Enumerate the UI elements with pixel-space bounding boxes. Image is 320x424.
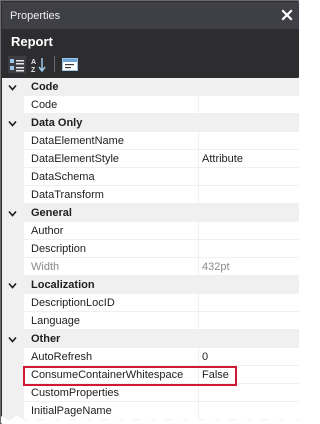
property-name: DataElementName: [31, 135, 124, 147]
property-row-data-transform[interactable]: DataTransform: [2, 186, 299, 204]
categorized-icon[interactable]: [8, 55, 26, 73]
chevron-down-icon[interactable]: [8, 119, 17, 128]
property-name: DescriptionLocID: [31, 297, 115, 309]
properties-toolbar: A Z: [8, 55, 83, 74]
row-gutter: [2, 186, 24, 204]
category-code[interactable]: Code: [2, 78, 299, 96]
column-divider: [198, 150, 199, 168]
category-label: Localization: [31, 279, 95, 291]
column-divider: [198, 222, 199, 240]
svg-text:Z: Z: [31, 67, 36, 73]
category-label: General: [31, 207, 72, 219]
property-name: Code: [31, 99, 58, 111]
property-name: Width: [31, 261, 60, 273]
row-gutter: [2, 222, 24, 240]
chevron-down-icon[interactable]: [8, 281, 17, 290]
row-gutter: [2, 258, 24, 276]
property-row-data-schema[interactable]: DataSchema: [2, 168, 299, 186]
properties-window: Properties Report A Z Code Code Data Onl…: [0, 0, 300, 424]
column-divider: [198, 384, 199, 402]
property-row-description[interactable]: Description: [2, 240, 299, 258]
property-row-data-element-style[interactable]: DataElementStyle Attribute: [2, 150, 299, 168]
property-row-code[interactable]: Code: [2, 96, 299, 114]
column-divider: [198, 312, 199, 330]
property-name: Description: [31, 243, 87, 255]
property-name: DataSchema: [31, 171, 95, 183]
property-name: DataTransform: [31, 189, 104, 201]
column-divider: [198, 294, 199, 312]
property-value[interactable]: Attribute: [202, 153, 243, 165]
column-divider: [198, 348, 199, 366]
row-gutter: [2, 240, 24, 258]
property-name: AutoRefresh: [31, 351, 93, 363]
chevron-down-icon[interactable]: [8, 335, 17, 344]
chevron-down-icon[interactable]: [8, 83, 17, 92]
column-divider: [198, 240, 199, 258]
column-divider: [198, 168, 199, 186]
row-gutter: [2, 348, 24, 366]
category-general[interactable]: General: [2, 204, 299, 222]
row-gutter: [2, 96, 24, 114]
row-gutter: [2, 132, 24, 150]
row-gutter: [2, 168, 24, 186]
property-pages-icon[interactable]: [61, 56, 79, 73]
property-value[interactable]: 0: [202, 351, 208, 363]
row-gutter: [2, 312, 24, 330]
column-divider: [198, 132, 199, 150]
row-gutter: [2, 384, 24, 402]
category-label: Data Only: [31, 117, 83, 129]
toolbar-separator: [54, 56, 55, 72]
property-row-width[interactable]: Width 432pt: [2, 258, 299, 276]
object-header: Report A Z: [2, 29, 299, 77]
property-row-auto-refresh[interactable]: AutoRefresh 0: [2, 348, 299, 366]
row-gutter: [2, 366, 24, 384]
close-icon[interactable]: [279, 7, 295, 23]
property-row-custom-properties[interactable]: CustomProperties: [2, 384, 299, 402]
property-row-author[interactable]: Author: [2, 222, 299, 240]
property-name: CustomProperties: [31, 387, 120, 399]
column-divider: [198, 96, 199, 114]
selected-object-label: Report: [11, 34, 53, 49]
row-gutter: [2, 150, 24, 168]
svg-text:A: A: [31, 59, 36, 66]
property-row-description-loc-id[interactable]: DescriptionLocID: [2, 294, 299, 312]
property-value: 432pt: [202, 261, 230, 273]
category-label: Other: [31, 333, 61, 345]
property-name: Language: [31, 315, 80, 327]
title-bar[interactable]: Properties: [2, 2, 299, 29]
chevron-down-icon[interactable]: [8, 209, 17, 218]
torn-edge: [1, 415, 300, 423]
column-divider: [198, 186, 199, 204]
column-divider: [198, 258, 199, 276]
row-gutter: [2, 294, 24, 312]
property-row-data-element-name[interactable]: DataElementName: [2, 132, 299, 150]
category-data-only[interactable]: Data Only: [2, 114, 299, 132]
property-name: Author: [31, 225, 64, 237]
window-title: Properties: [10, 10, 61, 22]
highlight-box: [23, 366, 237, 386]
category-other[interactable]: Other: [2, 330, 299, 348]
alphabetical-icon[interactable]: A Z: [30, 56, 48, 74]
property-name: DataElementStyle: [31, 153, 120, 165]
property-row-language[interactable]: Language: [2, 312, 299, 330]
category-localization[interactable]: Localization: [2, 276, 299, 294]
category-label: Code: [31, 81, 59, 93]
